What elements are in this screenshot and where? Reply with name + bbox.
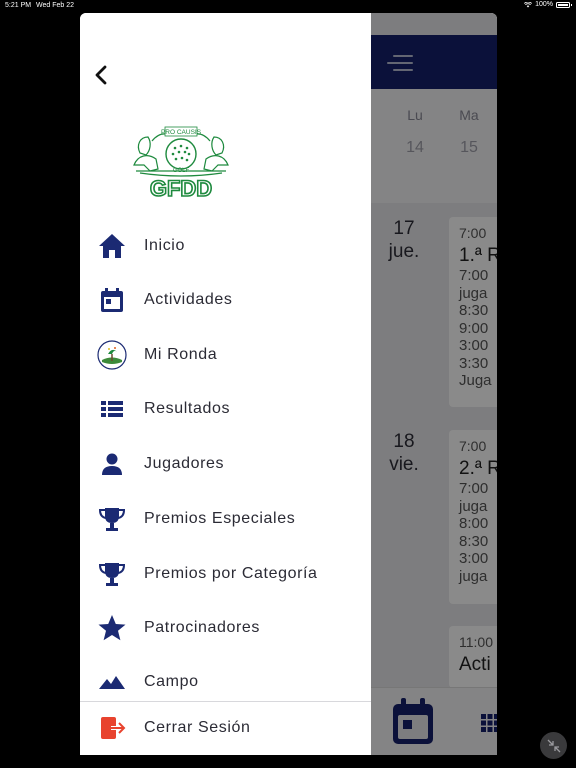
- menu-item-label: Patrocinadores: [144, 619, 261, 636]
- menu-item-mi-ronda[interactable]: Mi Ronda: [80, 335, 371, 375]
- logout-icon: [97, 713, 127, 743]
- navigation-drawer: PRO CAUSIS GOLF GFDD Inicio Actividades …: [80, 13, 371, 755]
- star-icon: [97, 613, 127, 643]
- chevron-left-icon[interactable]: [92, 65, 112, 85]
- menu-item-inicio[interactable]: Inicio: [80, 226, 371, 266]
- list-icon: [97, 394, 127, 424]
- menu-item-label: Resultados: [144, 400, 231, 417]
- menu-item-label: Actividades: [144, 291, 233, 308]
- logo-motto: PRO CAUSIS: [161, 129, 202, 136]
- golf-ball-icon: [97, 340, 127, 370]
- drawer-overlay[interactable]: [371, 13, 497, 755]
- menu-item-label: Premios Especiales: [144, 510, 296, 527]
- menu-item-premios-especiales[interactable]: Premios Especiales: [80, 499, 371, 539]
- menu-item-label: Premios por Categoría: [144, 565, 318, 582]
- person-icon: [97, 449, 127, 479]
- logo-name: GFDD: [150, 176, 212, 199]
- calendar-icon: [97, 285, 127, 315]
- collapse-arrows-icon[interactable]: [540, 732, 567, 759]
- menu-item-resultados[interactable]: Resultados: [80, 389, 371, 429]
- menu-item-actividades[interactable]: Actividades: [80, 280, 371, 320]
- logout-label: Cerrar Sesión: [144, 719, 251, 736]
- menu-item-label: Mi Ronda: [144, 346, 218, 363]
- menu-item-label: Campo: [144, 673, 199, 690]
- status-right: 100%: [524, 1, 572, 8]
- screen: 5:21 PM Wed Feb 22 100% Lu 14 Ma 15 17 j…: [0, 0, 576, 768]
- menu-item-premios-por-categoria[interactable]: Premios por Categoría: [80, 554, 371, 594]
- status-date: Wed Feb 22: [36, 2, 75, 9]
- menu-item-label: Inicio: [144, 237, 185, 254]
- battery-icon: [556, 1, 572, 8]
- trophy-icon: [97, 559, 127, 589]
- status-time: 5:21 PM: [5, 2, 32, 9]
- menu-item-patrocinadores[interactable]: Patrocinadores: [80, 608, 371, 648]
- logo-golf: GOLF: [173, 168, 190, 174]
- menu-item-jugadores[interactable]: Jugadores: [80, 444, 371, 484]
- menu-divider: [80, 701, 371, 702]
- mountain-icon: [97, 667, 127, 697]
- home-icon: [97, 231, 127, 261]
- wifi-icon: [524, 1, 533, 7]
- logout-button[interactable]: Cerrar Sesión: [80, 708, 371, 748]
- menu-item-campo[interactable]: Campo: [80, 662, 371, 702]
- app-window: Lu 14 Ma 15 17 jue. 7:00 1.ª R 7:00 juga…: [80, 13, 497, 755]
- battery-percent: 100%: [535, 1, 553, 8]
- gfdd-logo: PRO CAUSIS GOLF GFDD: [133, 126, 229, 199]
- trophy-icon: [97, 504, 127, 534]
- status-bar: 5:21 PM Wed Feb 22 100%: [0, 0, 576, 12]
- menu-item-label: Jugadores: [144, 455, 225, 472]
